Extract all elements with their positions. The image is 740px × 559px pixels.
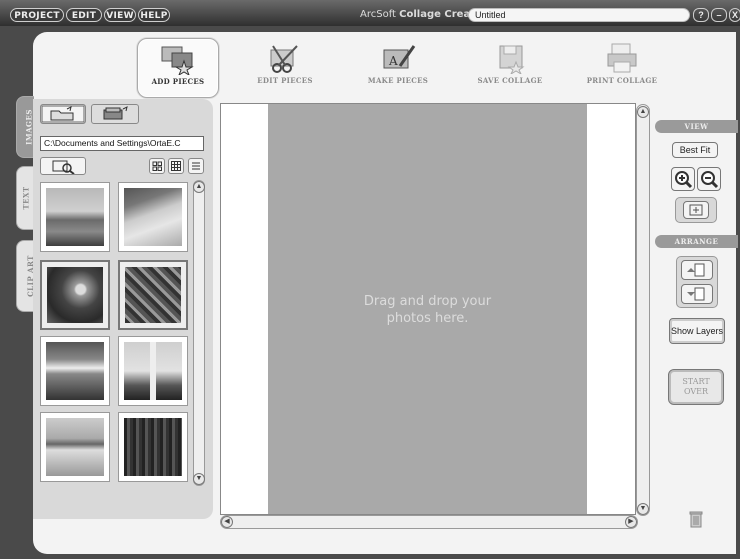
help-button[interactable]: ?: [693, 8, 709, 22]
canvas-scroll-left-icon[interactable]: ◀: [221, 516, 233, 528]
large-thumbs-button[interactable]: [149, 158, 165, 174]
menu-project[interactable]: PROJECT: [10, 8, 64, 22]
thumbs-scroll-up-icon[interactable]: ▲: [193, 181, 205, 193]
menu-help[interactable]: HELP: [138, 8, 170, 22]
scanner-button[interactable]: [91, 104, 139, 124]
make-pieces-button[interactable]: A MAKE PIECES: [358, 38, 438, 96]
thumb-beach[interactable]: [118, 182, 188, 252]
save-collage-label: SAVE COLLAGE: [477, 76, 543, 85]
add-pieces-icon: [161, 46, 194, 75]
small-thumbs-button[interactable]: [168, 158, 184, 174]
document-name-field[interactable]: Untitled: [468, 8, 690, 22]
tab-images[interactable]: IMAGES: [16, 96, 34, 158]
scanner-icon: [103, 106, 128, 120]
thumb-beach-image: [124, 188, 182, 246]
browse-button[interactable]: [40, 157, 86, 175]
floppy-disk-icon: [499, 45, 525, 74]
edit-pieces-label: EDIT PIECES: [257, 76, 313, 85]
trash-icon[interactable]: [689, 510, 703, 528]
tab-text-label: TEXT: [21, 186, 31, 210]
start-over-button[interactable]: START OVER: [668, 369, 724, 405]
drop-hint-text: Drag and drop your photos here.: [363, 294, 492, 326]
thumb-flowers[interactable]: [118, 260, 188, 330]
thumb-lighthouse-image: [124, 342, 182, 400]
open-folder-button[interactable]: [40, 104, 86, 124]
thumb-sunset-image: [46, 342, 104, 400]
open-folder-icon: [41, 105, 85, 123]
menu-edit[interactable]: EDIT: [66, 8, 102, 22]
menu-view[interactable]: VIEW: [104, 8, 136, 22]
print-collage-label: PRINT COLLAGE: [586, 76, 658, 85]
thumb-child-image: [47, 267, 103, 323]
thumb-flowers-image: [125, 267, 181, 323]
send-backward-icon: [687, 287, 705, 301]
thumb-forest[interactable]: [118, 412, 188, 482]
thumb-lake[interactable]: [40, 412, 110, 482]
thumb-forest-image: [124, 418, 182, 476]
thumb-lighthouse[interactable]: [118, 336, 188, 406]
printer-icon: [607, 43, 637, 73]
print-collage-button[interactable]: PRINT COLLAGE: [582, 38, 662, 96]
magnifier-icon: [52, 160, 75, 175]
zoom-in-icon: [675, 171, 693, 189]
make-pieces-label: MAKE PIECES: [367, 76, 429, 85]
bring-forward-icon: [687, 263, 705, 277]
canvas-horizontal-scrollbar[interactable]: [220, 515, 638, 529]
show-layers-button[interactable]: Show Layers: [669, 318, 725, 344]
canvas-scroll-up-icon[interactable]: ▲: [637, 106, 649, 118]
app-window: PROJECT EDIT VIEW HELP ArcSoft Collage C…: [0, 0, 740, 559]
send-backward-button[interactable]: [681, 284, 713, 304]
grid-small-icon: [171, 161, 181, 171]
arrange-section-header: ARRANGE: [655, 235, 738, 248]
thumb-landscape[interactable]: [40, 182, 110, 252]
view-section-header: VIEW: [655, 120, 738, 133]
minimize-button[interactable]: –: [711, 8, 727, 22]
best-fit-button[interactable]: Best Fit: [672, 142, 718, 158]
zoom-in-button[interactable]: [671, 167, 695, 191]
app-title-prefix: ArcSoft: [360, 9, 396, 20]
svg-text:A: A: [388, 54, 398, 68]
canvas-scroll-right-icon[interactable]: ▶: [625, 516, 637, 528]
thumbnails-scrollbar[interactable]: [193, 180, 205, 486]
grid-large-icon: [152, 161, 162, 171]
thumb-sunset[interactable]: [40, 336, 110, 406]
close-button[interactable]: X: [729, 8, 740, 22]
list-icon: [192, 162, 200, 170]
list-view-button[interactable]: [188, 158, 204, 174]
fit-page-icon: [689, 204, 703, 216]
canvas-scroll-down-icon[interactable]: ▼: [637, 503, 649, 515]
add-pieces-button[interactable]: ADD PIECES: [137, 38, 219, 98]
save-collage-button[interactable]: SAVE COLLAGE: [470, 38, 550, 96]
tab-text[interactable]: TEXT: [16, 166, 34, 230]
zoom-out-icon: [701, 171, 719, 189]
make-pieces-icon: A: [383, 45, 416, 69]
folder-path-field[interactable]: C:\Documents and Settings\OrtaE.C: [40, 136, 204, 151]
scissors-icon: [270, 45, 298, 73]
edit-pieces-button[interactable]: EDIT PIECES: [245, 38, 325, 96]
add-pieces-label: ADD PIECES: [151, 77, 205, 86]
thumb-child[interactable]: [40, 260, 110, 330]
canvas-vertical-scrollbar[interactable]: [636, 104, 650, 516]
bring-forward-button[interactable]: [681, 260, 713, 280]
thumbs-scroll-down-icon[interactable]: ▼: [193, 473, 205, 485]
thumb-lake-image: [46, 418, 104, 476]
thumb-landscape-image: [46, 188, 104, 246]
tab-clip-art[interactable]: CLIP ART: [16, 240, 35, 312]
actual-size-button[interactable]: [683, 201, 709, 219]
zoom-out-button[interactable]: [697, 167, 721, 191]
